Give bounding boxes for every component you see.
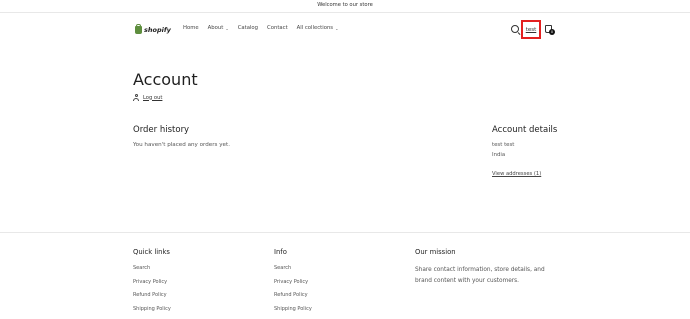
nav-item-all-collections[interactable]: All collections ⌄ <box>297 25 339 31</box>
nav-item-label: About <box>208 25 224 31</box>
store-logo[interactable]: shopify <box>135 24 171 36</box>
footer-info: Info Search Privacy Policy Refund Policy… <box>274 248 312 319</box>
order-history-empty: You haven't placed any orders yet. <box>133 142 230 148</box>
order-history-heading: Order history <box>133 125 189 135</box>
logo-text: shopify <box>144 26 171 34</box>
footer-link-privacy[interactable]: Privacy Policy <box>133 279 171 293</box>
footer-link-refund[interactable]: Refund Policy <box>133 292 171 306</box>
nav-item-about[interactable]: About ⌄ <box>208 25 229 31</box>
shopify-bag-icon <box>135 26 142 34</box>
footer-mission: Our mission Share contact information, s… <box>415 248 550 287</box>
account-name: test test <box>492 142 514 148</box>
account-country: India <box>492 152 505 158</box>
logout-label: Log out <box>143 95 162 101</box>
page-title: Account <box>133 70 198 89</box>
nav-item-home[interactable]: Home <box>183 25 199 31</box>
account-link-highlight: test <box>521 20 541 39</box>
footer-heading: Info <box>274 248 312 256</box>
footer-heading: Quick links <box>133 248 171 256</box>
header-icons: test 0 <box>509 22 559 38</box>
chevron-down-icon: ⌄ <box>225 26 228 31</box>
nav-item-label: Catalog <box>238 25 258 31</box>
footer-link-shipping[interactable]: Shipping Policy <box>133 306 171 319</box>
mission-text: Share contact information, store details… <box>415 265 550 287</box>
footer-quick-links: Quick links Search Privacy Policy Refund… <box>133 248 171 319</box>
nav-item-contact[interactable]: Contact <box>267 25 288 31</box>
footer-link-search[interactable]: Search <box>274 265 312 279</box>
logout-link[interactable]: Log out <box>133 94 162 101</box>
person-icon <box>133 94 139 101</box>
nav-item-label: Home <box>183 25 199 31</box>
nav-item-label: Contact <box>267 25 288 31</box>
footer-link-privacy[interactable]: Privacy Policy <box>274 279 312 293</box>
footer-link-shipping[interactable]: Shipping Policy <box>274 306 312 319</box>
chevron-down-icon: ⌄ <box>335 26 338 31</box>
footer-link-refund[interactable]: Refund Policy <box>274 292 312 306</box>
site-header: shopify Home About ⌄ Catalog Contact All… <box>0 13 690 49</box>
cart-count-badge: 0 <box>549 29 555 35</box>
nav-item-label: All collections <box>297 25 333 31</box>
view-addresses-link[interactable]: View addresses (1) <box>492 171 541 177</box>
nav-item-catalog[interactable]: Catalog <box>238 25 258 31</box>
site-footer: Quick links Search Privacy Policy Refund… <box>0 232 690 310</box>
main-nav: Home About ⌄ Catalog Contact All collect… <box>183 25 338 31</box>
account-details-heading: Account details <box>492 125 557 135</box>
announcement-bar: Welcome to our store <box>0 0 690 13</box>
search-icon[interactable] <box>511 25 519 33</box>
account-link[interactable]: test <box>526 27 537 33</box>
footer-heading: Our mission <box>415 248 550 256</box>
footer-link-search[interactable]: Search <box>133 265 171 279</box>
